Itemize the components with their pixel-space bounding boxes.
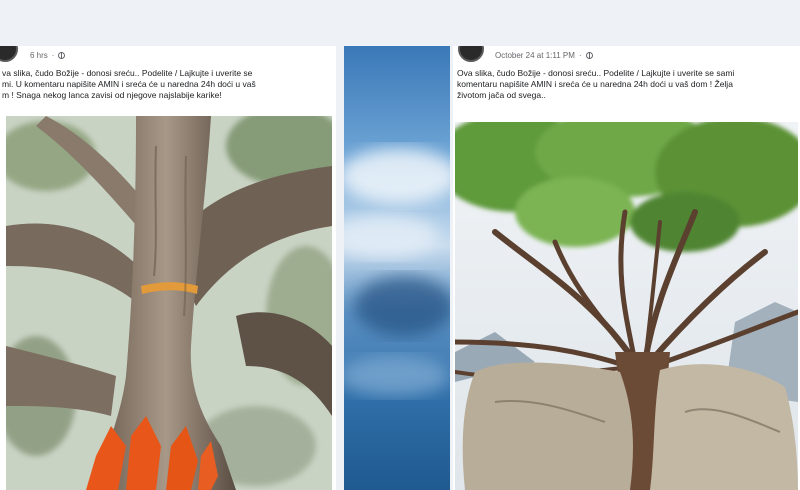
post-meta: 6 hrs · xyxy=(30,51,66,60)
tree-photo-left[interactable] xyxy=(6,116,332,490)
globe-icon xyxy=(585,52,593,59)
post-time[interactable]: October 24 at 1:11 PM xyxy=(495,51,575,60)
right-post-screenshot: October 24 at 1:11 PM · Ova slika, čudo … xyxy=(453,46,800,490)
post-meta: October 24 at 1:11 PM · xyxy=(495,51,593,60)
globe-icon xyxy=(58,52,66,59)
post-time[interactable]: 6 hrs xyxy=(30,51,48,60)
caption-line: mi. U komentaru napišite AMIN i sreća će… xyxy=(2,79,256,89)
avatar[interactable] xyxy=(458,46,484,62)
blurred-background-image xyxy=(344,46,450,490)
post-header: 6 hrs · xyxy=(0,46,336,68)
tree-rock-drawing xyxy=(455,122,798,490)
tree-trunk-drawing xyxy=(6,116,332,490)
post-header: October 24 at 1:11 PM · xyxy=(453,46,800,68)
caption-line: životom jača od svega.. xyxy=(457,90,546,100)
post-caption: va slika, čudo Božije - donosi sreću.. P… xyxy=(2,68,256,101)
left-post-screenshot: 6 hrs · va slika, čudo Božije - donosi s… xyxy=(0,46,336,490)
caption-line: komentaru napišite AMIN i sreća će u nar… xyxy=(457,79,733,89)
tree-photo-right[interactable] xyxy=(455,122,798,490)
blurred-sky-graphic xyxy=(344,46,450,490)
caption-line: m ! Snaga nekog lanca zavisi od njegove … xyxy=(2,90,222,100)
caption-line: va slika, čudo Božije - donosi sreću.. P… xyxy=(2,68,253,78)
avatar[interactable] xyxy=(0,46,18,62)
caption-line: Ova slika, čudo Božije - donosi sreću.. … xyxy=(457,68,735,78)
post-caption: Ova slika, čudo Božije - donosi sreću.. … xyxy=(457,68,734,101)
